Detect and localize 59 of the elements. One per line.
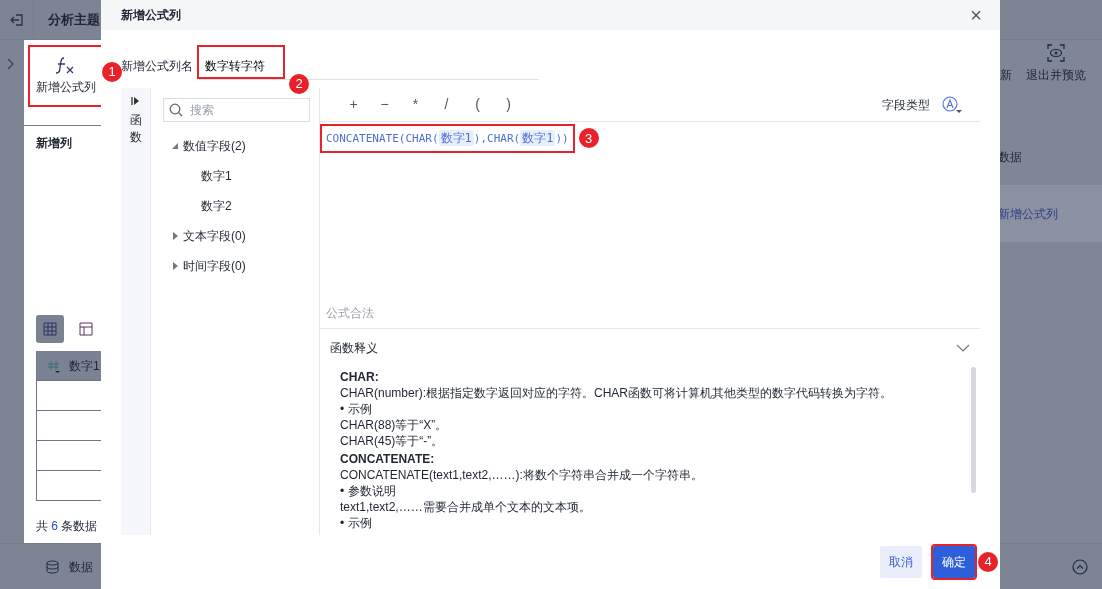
- operator-button[interactable]: *: [400, 94, 431, 115]
- add-formula-column-button[interactable]: 新增公式列: [30, 47, 102, 105]
- help-text-line: CONCATENATE(text1,text2,……):将数个字符串合并成一个字符串。: [340, 467, 704, 483]
- confirm-button[interactable]: 确定: [933, 546, 975, 578]
- help-text-line: • 示例: [340, 515, 373, 531]
- field-type-icon: [942, 95, 962, 114]
- operator-button[interactable]: −: [369, 94, 400, 115]
- help-text-line: CHAR(88)等于“X”。: [340, 417, 449, 433]
- tree-group[interactable]: 数值字段(2): [163, 131, 309, 161]
- step-number-badge: 3: [578, 128, 599, 149]
- cancel-button[interactable]: 取消: [880, 546, 922, 578]
- toolbar-action[interactable]: 新: [1000, 66, 1012, 84]
- search-field[interactable]: 搜索: [163, 98, 310, 122]
- data-tab[interactable]: 数据: [46, 557, 93, 576]
- side-panel-tab[interactable]: 函数: [121, 88, 151, 535]
- record-count: 共 6 条数据: [36, 518, 98, 535]
- operator-button[interactable]: /: [431, 94, 462, 115]
- column-name: 数字1: [69, 357, 100, 375]
- step-number-badge: 2: [289, 74, 309, 94]
- exit-icon: [9, 12, 24, 27]
- scrollbar[interactable]: [971, 367, 976, 493]
- caret-right-icon: [171, 262, 179, 270]
- dialog-title: 新增公式列: [121, 7, 181, 24]
- tree-group[interactable]: 时间字段(0): [163, 251, 309, 281]
- validation-status: 公式合法: [320, 298, 980, 329]
- help-heading: CONCATENATE:: [340, 451, 436, 467]
- expand-panel-icon: [130, 96, 141, 106]
- database-icon: [46, 559, 59, 574]
- toolbar-action[interactable]: 退出并预览: [1026, 44, 1086, 84]
- operator-button[interactable]: +: [338, 94, 369, 115]
- help-text-line: text1,text2,……需要合并成单个文本的文本项。: [340, 499, 592, 515]
- help-heading: CHAR:: [340, 369, 380, 385]
- tree-field-item[interactable]: 数字1: [163, 161, 309, 191]
- caret-down-icon: [171, 142, 179, 150]
- collapse-up-icon: [1072, 558, 1088, 575]
- tree-group[interactable]: 文本字段(0): [163, 221, 309, 251]
- grid-icon: [43, 322, 57, 336]
- step-number-badge: 4: [978, 552, 998, 572]
- help-section-header[interactable]: 函数释义: [320, 329, 980, 367]
- field-label: 新增公式列名: [121, 58, 193, 75]
- section-title: 新增列: [36, 135, 72, 152]
- help-text-line: • 参数说明: [340, 483, 397, 499]
- field-type-label: 字段类型: [882, 96, 930, 114]
- number-type-icon: [47, 358, 61, 373]
- help-text-line: CHAR(45)等于“-”。: [340, 433, 445, 449]
- help-text-line: CHAR(number):根据指定数字返回对应的字符。CHAR函数可将计算机其他类型的数字代码转换为字符。: [340, 385, 894, 401]
- tree-field-item[interactable]: 数字2: [163, 191, 309, 221]
- help-text-line: • 示例: [340, 401, 373, 417]
- view-toggle[interactable]: [36, 315, 64, 343]
- chevron-down-icon: [956, 343, 970, 353]
- operator-button[interactable]: (: [462, 94, 493, 115]
- formula-editor[interactable]: CONCATENATE(CHAR( 数字1 ),CHAR( 数字1 )): [322, 126, 573, 151]
- caret-right-icon: [171, 232, 179, 240]
- close-button[interactable]: ×: [970, 5, 982, 25]
- chevron-right-icon: [6, 57, 14, 70]
- app-title: 分析主题: [48, 10, 100, 29]
- operator-button[interactable]: ): [493, 94, 524, 115]
- preview-icon: [1047, 44, 1065, 62]
- layout-icon: [79, 322, 93, 336]
